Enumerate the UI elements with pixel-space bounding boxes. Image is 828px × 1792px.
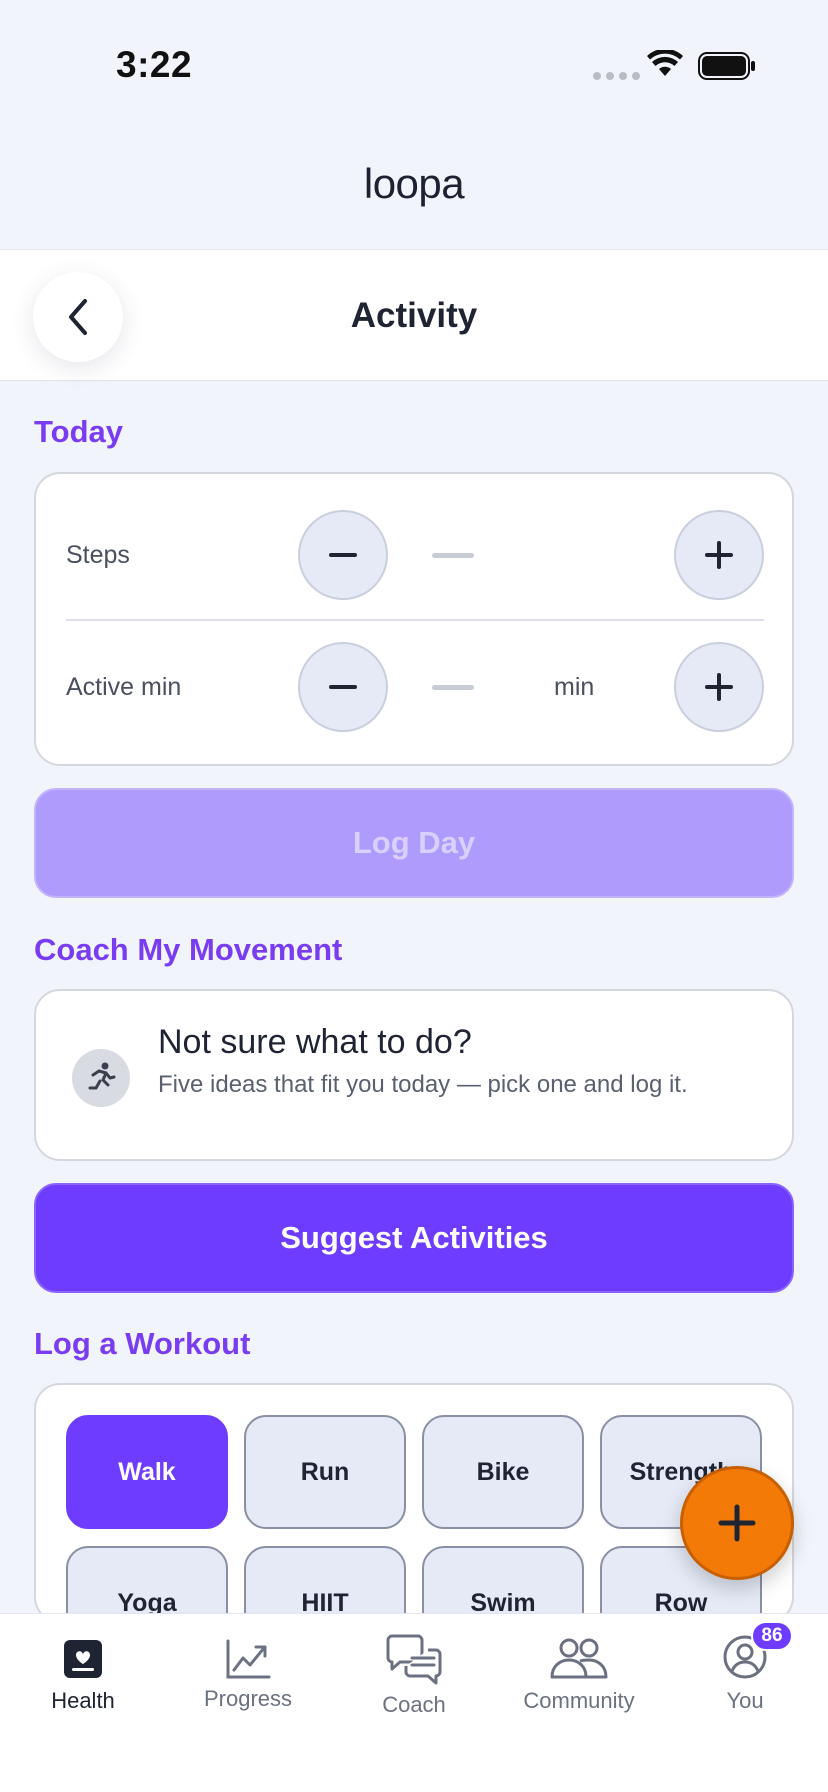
profile-icon (662, 1634, 828, 1680)
health-icon (0, 1638, 166, 1680)
status-bar: 3:22 (0, 0, 828, 120)
coach-subtext: Five ideas that fit you today — pick one… (158, 1071, 688, 1098)
steps-value (432, 553, 474, 558)
today-card: Steps Active min min (34, 472, 794, 766)
workout-chip-walk[interactable]: Walk (66, 1415, 228, 1529)
log-day-button[interactable]: Log Day (34, 788, 794, 898)
chevron-left-icon (69, 299, 87, 335)
active-min-unit: min (554, 673, 595, 701)
page-title: Activity (350, 296, 478, 335)
runner-icon (72, 1049, 130, 1107)
active-min-value (432, 685, 474, 690)
section-title-coach: Coach My Movement (34, 932, 343, 967)
minus-icon (329, 553, 357, 557)
steps-decrement-button[interactable] (298, 510, 388, 600)
status-time: 3:22 (116, 44, 193, 85)
app-logo-text: loopa (363, 160, 465, 207)
add-fab-button[interactable] (680, 1466, 794, 1580)
coach-card[interactable]: Not sure what to do? Five ideas that fit… (34, 989, 794, 1161)
app-logo: loopa (0, 160, 828, 208)
steps-increment-button[interactable] (674, 510, 764, 600)
active-min-increment-button[interactable] (674, 642, 764, 732)
workout-chip-swim[interactable]: Swim (422, 1546, 584, 1621)
workout-chip-bike[interactable]: Bike (422, 1415, 584, 1529)
nav-label-coach: Coach (382, 1692, 446, 1717)
bottom-nav: Health Progress Coach Community You (0, 1613, 828, 1792)
plus-icon (718, 1504, 756, 1542)
plus-icon (705, 541, 733, 569)
workout-chip-hiit[interactable]: HIIT (244, 1546, 406, 1621)
nav-item-coach[interactable]: Coach (331, 1614, 497, 1744)
battery-icon (698, 52, 755, 80)
section-title-today: Today (34, 414, 123, 449)
suggest-activities-button[interactable]: Suggest Activities (34, 1183, 794, 1293)
wifi-icon (647, 50, 683, 76)
coach-heading: Not sure what to do? (158, 1023, 472, 1061)
page-header: Activity (0, 249, 828, 381)
nav-item-progress[interactable]: Progress (165, 1614, 331, 1744)
nav-item-community[interactable]: Community (496, 1614, 662, 1744)
row-divider (66, 619, 764, 621)
minus-icon (329, 685, 357, 689)
steps-label: Steps (66, 541, 130, 569)
back-button[interactable] (33, 272, 123, 362)
nav-item-you[interactable]: You (662, 1614, 828, 1744)
workout-grid: Walk Run Bike Strength Yoga HIIT Swim Ro… (34, 1383, 794, 1623)
nav-label-progress: Progress (203, 1686, 293, 1711)
nav-label-health: Health (51, 1688, 115, 1713)
section-title-workout: Log a Workout (34, 1326, 251, 1361)
people-icon (496, 1636, 662, 1680)
active-min-decrement-button[interactable] (298, 642, 388, 732)
steps-stepper: Steps (66, 510, 764, 600)
workout-chip-run[interactable]: Run (244, 1415, 406, 1529)
chart-icon (165, 1638, 331, 1680)
workout-chip-yoga[interactable]: Yoga (66, 1546, 228, 1621)
nav-label-community: Community (523, 1688, 635, 1713)
nav-label-you: You (726, 1688, 764, 1713)
plus-icon (705, 673, 733, 701)
notification-badge: 86 (751, 1621, 793, 1651)
chat-icon (331, 1634, 497, 1686)
active-min-label: Active min (66, 673, 182, 701)
active-min-stepper: Active min min (66, 642, 764, 732)
nav-item-health[interactable]: Health (0, 1614, 166, 1744)
cellular-signal-icon (593, 72, 640, 80)
